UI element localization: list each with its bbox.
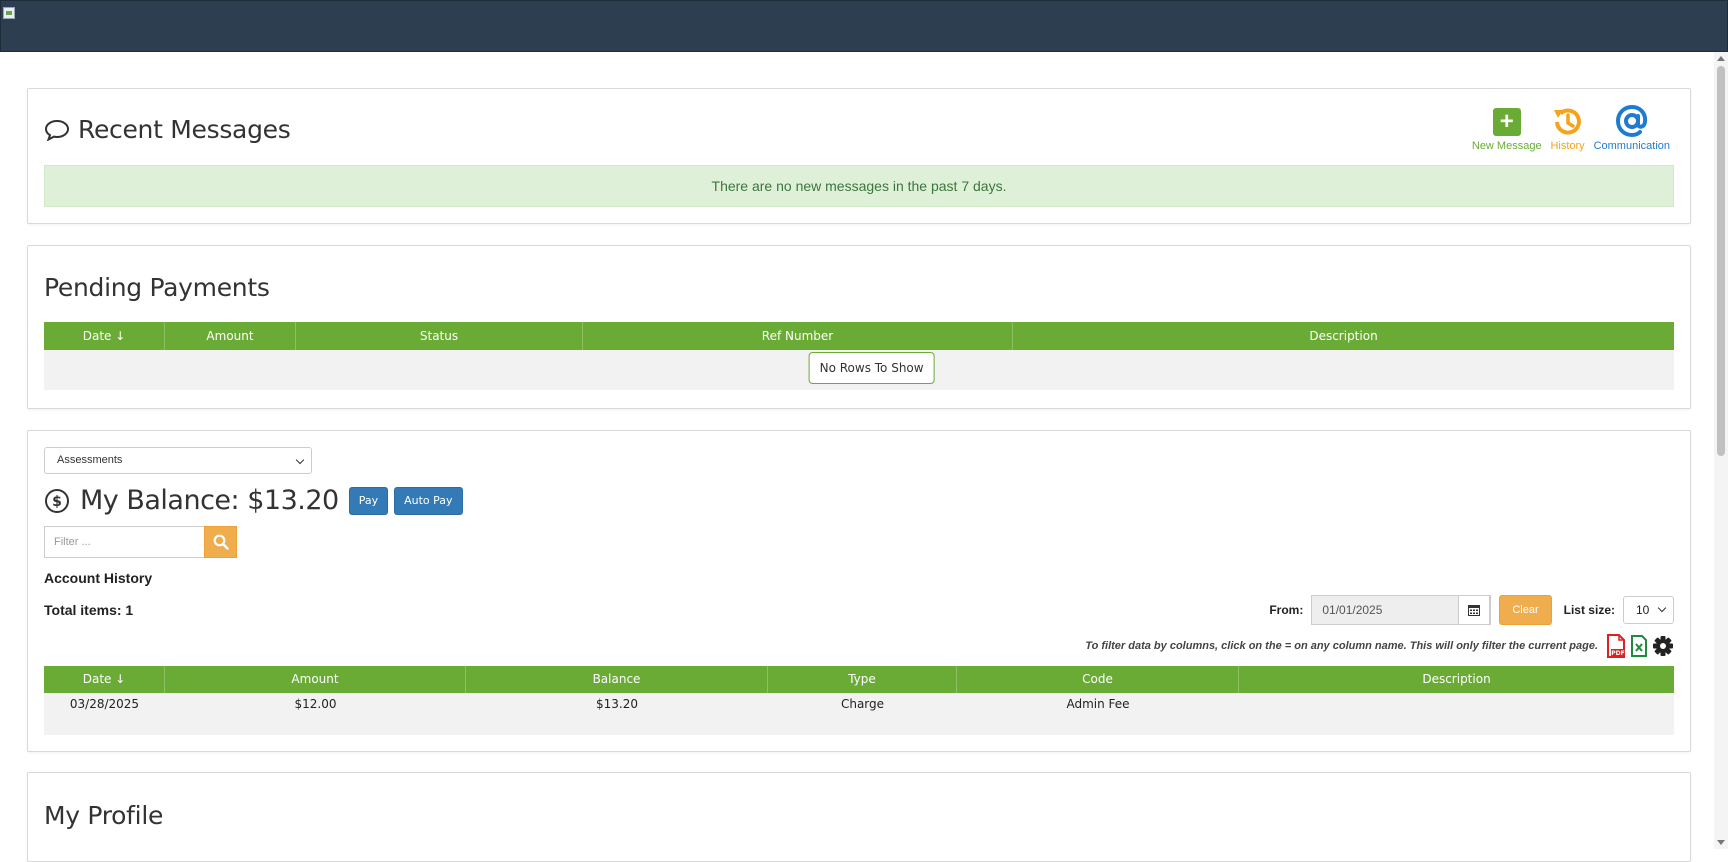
table-row[interactable]: 03/28/2025 $12.00 $13.20 Charge Admin Fe… — [44, 693, 1674, 715]
message-actions: + New Message History Communication — [1472, 104, 1670, 152]
new-message-button[interactable]: + New Message — [1472, 104, 1542, 152]
column-header-description[interactable]: Description — [1013, 322, 1674, 350]
column-header-type[interactable]: Type — [768, 666, 957, 693]
plus-icon: + — [1492, 108, 1521, 136]
from-date-input[interactable]: 01/01/2025 — [1311, 595, 1492, 625]
recent-messages-heading: Recent Messages — [44, 115, 291, 144]
column-header-status[interactable]: Status — [296, 322, 583, 350]
filter-row: Filter ... — [44, 526, 237, 558]
top-header-bar — [0, 0, 1728, 52]
svg-text:$: $ — [52, 494, 62, 510]
svg-text:PDF: PDF — [1611, 650, 1624, 657]
logo-image[interactable] — [3, 7, 15, 19]
gear-icon[interactable] — [1652, 635, 1674, 657]
chevron-down-icon — [295, 455, 305, 465]
balance-panel: Assessments $ My Balance: $13.20 Pay Aut… — [27, 430, 1691, 752]
column-header-description[interactable]: Description — [1239, 666, 1674, 693]
column-header-amount[interactable]: Amount — [165, 322, 296, 350]
account-type-value: Assessments — [57, 454, 123, 466]
pay-button[interactable]: Pay — [348, 486, 389, 515]
from-label: From: — [1269, 603, 1304, 617]
search-icon — [213, 534, 229, 550]
cell-balance: $13.20 — [596, 697, 638, 711]
pdf-export-icon[interactable]: PDF — [1606, 634, 1626, 658]
speech-bubble-icon — [44, 119, 70, 141]
clear-button[interactable]: Clear — [1499, 595, 1552, 625]
cell-amount: $12.00 — [294, 697, 337, 711]
page-scrollbar[interactable] — [1714, 52, 1728, 849]
date-filter-row: From: 01/01/2025 Clear List size: 10 — [1269, 595, 1674, 625]
from-date-value: 01/01/2025 — [1322, 603, 1383, 617]
communication-button[interactable]: Communication — [1594, 104, 1670, 152]
column-header-ref-number[interactable]: Ref Number — [583, 322, 1013, 350]
pending-payments-panel: Pending Payments Date ↓ Amount Status Re… — [27, 245, 1691, 409]
auto-pay-button[interactable]: Auto Pay — [394, 486, 463, 515]
calendar-button[interactable] — [1458, 595, 1491, 625]
history-label: History — [1550, 140, 1585, 152]
excel-export-icon[interactable] — [1630, 635, 1648, 657]
history-icon — [1553, 108, 1581, 135]
cell-type: Charge — [840, 697, 885, 711]
recent-messages-panel: Recent Messages + New Message History Co… — [27, 88, 1691, 224]
filter-input[interactable]: Filter ... — [44, 526, 204, 558]
list-size-select[interactable]: 10 — [1623, 596, 1674, 624]
my-profile-title: My Profile — [44, 801, 164, 830]
cell-date: 03/28/2025 — [69, 697, 140, 711]
scrollbar-thumb[interactable] — [1717, 66, 1725, 456]
scroll-up-icon[interactable] — [1717, 56, 1725, 61]
cell-description — [1239, 693, 1674, 715]
at-sign-icon — [1615, 104, 1647, 138]
column-header-amount[interactable]: Amount — [165, 666, 466, 693]
calendar-icon — [1468, 605, 1481, 616]
recent-messages-title: Recent Messages — [78, 115, 291, 144]
scroll-down-icon[interactable] — [1717, 840, 1725, 845]
chevron-down-icon — [1657, 603, 1667, 613]
column-header-balance[interactable]: Balance — [466, 666, 768, 693]
pending-payments-body: No Rows To Show — [44, 350, 1674, 390]
column-header-code[interactable]: Code — [957, 666, 1239, 693]
total-items-count: Total items: 1 — [44, 602, 134, 618]
no-messages-alert: There are no new messages in the past 7 … — [44, 165, 1674, 207]
list-size-label: List size: — [1563, 603, 1615, 617]
account-type-select[interactable]: Assessments — [44, 447, 312, 474]
balance-title: My Balance: $13.20 — [80, 485, 339, 516]
cell-code: Admin Fee — [1066, 697, 1130, 711]
export-row: To filter data by columns, click on the … — [1085, 634, 1674, 658]
pending-payments-header: Date ↓ Amount Status Ref Number Descript… — [44, 322, 1674, 350]
account-history-heading: Account History — [44, 570, 153, 586]
history-button[interactable]: History — [1550, 104, 1586, 152]
list-size-value: 10 — [1636, 603, 1650, 617]
column-filter-hint: To filter data by columns, click on the … — [1085, 640, 1598, 652]
balance-row: $ My Balance: $13.20 Pay Auto Pay — [44, 485, 463, 516]
dollar-circle-icon: $ — [45, 488, 69, 513]
filter-search-button[interactable] — [204, 526, 237, 558]
account-history-header: Date ↓ Amount Balance Type Code Descript… — [44, 666, 1674, 693]
no-rows-message: No Rows To Show — [808, 352, 935, 384]
new-message-label: New Message — [1471, 140, 1542, 152]
pending-payments-title: Pending Payments — [44, 273, 270, 302]
account-history-body: 03/28/2025 $12.00 $13.20 Charge Admin Fe… — [44, 693, 1674, 735]
communication-label: Communication — [1593, 140, 1670, 152]
column-header-date[interactable]: Date ↓ — [44, 666, 165, 693]
column-header-date[interactable]: Date ↓ — [44, 322, 165, 350]
